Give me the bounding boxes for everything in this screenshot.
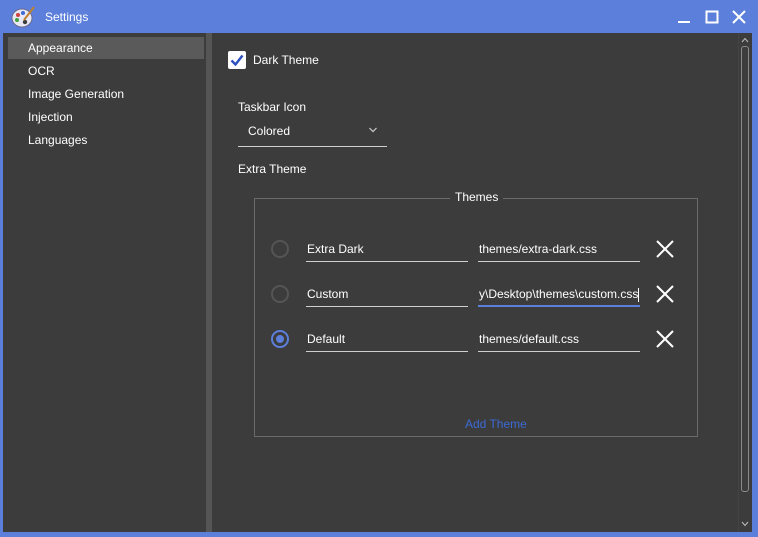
- close-icon[interactable]: [729, 7, 749, 27]
- taskbar-icon-select[interactable]: Colored: [238, 118, 387, 147]
- theme-radio-default[interactable]: [271, 330, 289, 348]
- theme-path-text: y\Desktop\themes\custom.css: [479, 287, 639, 301]
- sidebar-item-appearance[interactable]: Appearance: [8, 37, 204, 59]
- theme-radio-custom[interactable]: [271, 285, 289, 303]
- theme-name-field[interactable]: Default: [306, 326, 468, 352]
- checkmark-icon: [230, 54, 244, 67]
- maximize-icon[interactable]: [702, 7, 722, 27]
- sidebar-item-ocr[interactable]: OCR: [8, 60, 204, 82]
- theme-radio-extra-dark[interactable]: [271, 240, 289, 258]
- sidebar-item-injection[interactable]: Injection: [8, 106, 204, 128]
- theme-path-field[interactable]: themes/extra-dark.css: [478, 236, 640, 262]
- dark-theme-checkbox[interactable]: [228, 51, 246, 69]
- window-border-bottom: [0, 532, 758, 537]
- window-border-right: [752, 33, 758, 537]
- extra-theme-label: Extra Theme: [238, 162, 307, 176]
- remove-theme-icon[interactable]: [654, 283, 676, 305]
- remove-theme-icon[interactable]: [654, 238, 676, 260]
- dark-theme-label: Dark Theme: [253, 53, 319, 67]
- palette-app-icon: [11, 6, 35, 28]
- text-caret: [638, 287, 640, 302]
- scroll-up-icon[interactable]: [741, 37, 749, 43]
- minimize-icon[interactable]: [674, 7, 694, 27]
- themes-group-title: Themes: [450, 190, 504, 204]
- remove-theme-icon[interactable]: [654, 328, 676, 350]
- taskbar-icon-label: Taskbar Icon: [238, 100, 307, 114]
- theme-path-field[interactable]: themes/default.css: [478, 326, 640, 352]
- scrollbar-thumb[interactable]: [741, 46, 749, 492]
- title-bar: [0, 0, 758, 33]
- sidebar-item-image-generation[interactable]: Image Generation: [8, 83, 204, 105]
- themes-groupbox: [254, 198, 698, 437]
- chevron-down-icon: [369, 127, 377, 133]
- theme-path-field-focused[interactable]: y\Desktop\themes\custom.css: [478, 281, 640, 307]
- theme-name-field[interactable]: Custom: [306, 281, 468, 307]
- sidebar-item-languages[interactable]: Languages: [8, 129, 204, 151]
- taskbar-icon-value: Colored: [248, 124, 291, 138]
- add-theme-button[interactable]: Add Theme: [465, 417, 527, 431]
- theme-name-field[interactable]: Extra Dark: [306, 236, 468, 262]
- scroll-down-icon[interactable]: [741, 521, 749, 527]
- window-title: Settings: [45, 10, 89, 24]
